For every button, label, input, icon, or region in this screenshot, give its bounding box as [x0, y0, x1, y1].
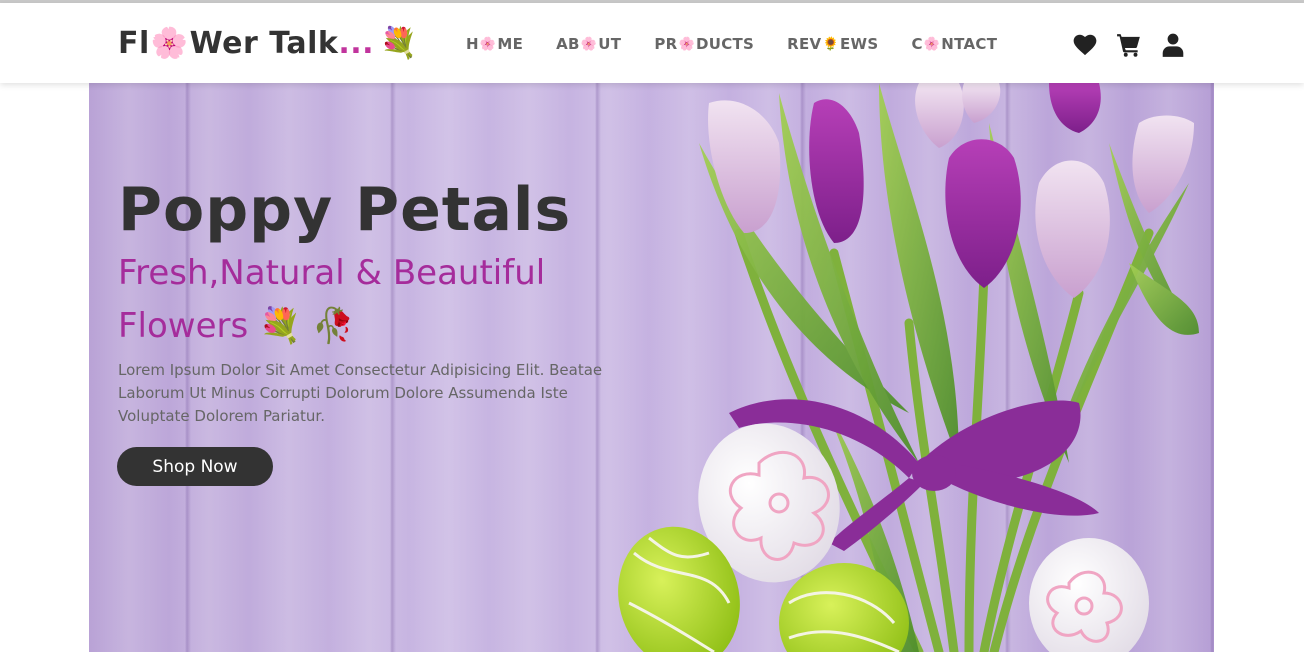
- site-header: Fl 🌸 Wer Talk ... 💐 H 🌸 ME AB 🌸 UT PR 🌸 DUCTS …: [0, 3, 1304, 83]
- nav-products[interactable]: PR 🌸 DUCTS: [654, 33, 754, 55]
- brand-text-end: Wer Talk: [189, 25, 339, 61]
- nav-reviews[interactable]: REV 🌻 EWS: [787, 33, 878, 55]
- nav-home-text-end: ME: [497, 35, 524, 53]
- nav-contact-text-start: C: [911, 35, 923, 53]
- nav-home-text-start: H: [466, 35, 479, 53]
- nav-reviews-text-end: EWS: [839, 35, 879, 53]
- brand-text-start: Fl: [118, 25, 150, 61]
- heart-icon[interactable]: [1072, 32, 1098, 58]
- header-actions: [1072, 32, 1186, 58]
- flower-icon: 🌸: [580, 36, 598, 52]
- user-icon[interactable]: [1160, 32, 1186, 58]
- nav-about-text-start: AB: [556, 35, 580, 53]
- flower-icon: 🌸: [678, 36, 695, 52]
- nav-products-text-start: PR: [654, 35, 678, 53]
- cart-icon[interactable]: [1116, 32, 1142, 58]
- main-nav: H 🌸 ME AB 🌸 UT PR 🌸 DUCTS REV 🌻 EWS C 🌸 NTACT: [466, 33, 1030, 55]
- flower-icon: 🌸: [479, 36, 497, 52]
- hero-description: Lorem Ipsum Dolor Sit Amet Consectetur A…: [118, 361, 603, 425]
- sunflower-icon: 🌻: [822, 36, 839, 52]
- flower-icon: 🌸: [150, 25, 189, 61]
- nav-about[interactable]: AB 🌸 UT: [556, 33, 621, 55]
- nav-contact-text-end: NTACT: [941, 35, 998, 53]
- nav-products-text-end: DUCTS: [695, 35, 755, 53]
- nav-reviews-text-start: REV: [787, 35, 822, 53]
- hero-banner: Poppy Petals Fresh,Natural & Beautiful F…: [89, 83, 1214, 652]
- brand-dots: ...: [338, 25, 375, 61]
- nav-contact[interactable]: C 🌸 NTACT: [911, 33, 997, 55]
- hero-subtitle: Fresh,Natural & Beautiful Flowers 💐 🥀: [118, 253, 546, 346]
- hero-title: Poppy Petals: [118, 175, 572, 245]
- nav-home[interactable]: H 🌸 ME: [466, 33, 523, 55]
- shop-now-button[interactable]: Shop Now: [117, 447, 273, 486]
- brand-logo[interactable]: Fl 🌸 Wer Talk ... 💐: [118, 23, 418, 63]
- nav-about-text-end: UT: [598, 35, 622, 53]
- bouquet-icon: 💐: [380, 25, 418, 61]
- flower-icon: 🌸: [923, 36, 941, 52]
